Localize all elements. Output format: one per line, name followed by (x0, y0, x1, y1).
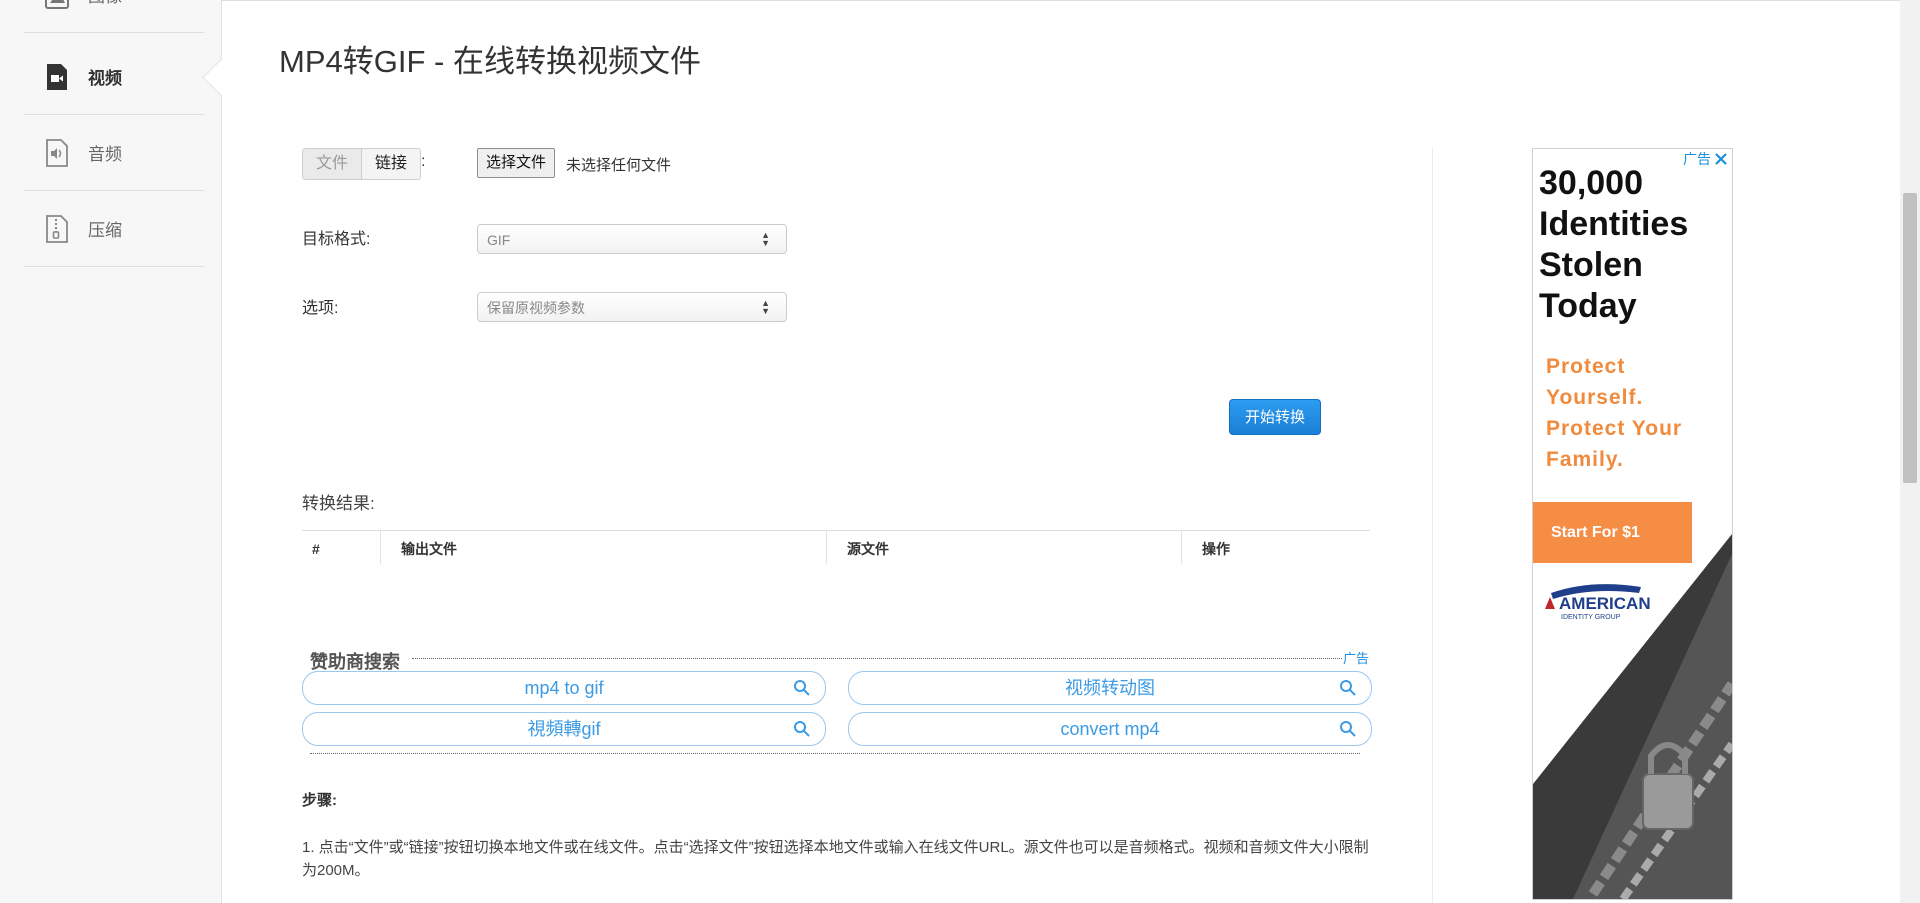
options-select[interactable]: 保留原视频参数 ▲ ▼ (477, 292, 787, 322)
sponsor-divider (310, 753, 1360, 754)
ad-subtext-line: Protect Your (1546, 417, 1683, 440)
ad-cta-button[interactable]: Start For $1 (1533, 502, 1692, 563)
source-toggle: 文件 链接 (302, 148, 421, 180)
ad-subtext: Protect Yourself. Protect Your Family. (1546, 351, 1682, 475)
column-header: 操作 (1181, 531, 1230, 564)
search-icon (1340, 680, 1356, 696)
start-convert-button[interactable]: 开始转换 (1229, 399, 1321, 435)
target-format-label: 目标格式: (302, 231, 371, 248)
video-icon (44, 62, 70, 92)
zip-file-icon (44, 214, 70, 244)
page-scrollbar[interactable] (1900, 0, 1920, 903)
ad-headline-line: 30,000 (1539, 164, 1643, 202)
search-icon (794, 721, 810, 737)
content-divider (1432, 148, 1433, 903)
results-label: 转换结果: (302, 494, 375, 513)
ad-headline-line: Stolen (1539, 246, 1643, 284)
sidebar-item-compress[interactable]: 压缩 (24, 191, 204, 267)
target-format-select[interactable]: GIF ▲ ▼ (477, 224, 787, 254)
options-value: 保留原视频参数 (487, 300, 585, 316)
tab-file[interactable]: 文件 (303, 149, 362, 179)
search-chip[interactable]: convert mp4 (848, 712, 1372, 746)
options-label: 选项: (302, 300, 339, 317)
sidebar-item-label: 音频 (88, 145, 122, 164)
ad-headline-line: Today (1539, 287, 1637, 325)
sidebar-item-label: 压缩 (88, 221, 122, 240)
select-arrows-icon: ▲ ▼ (761, 298, 770, 316)
target-format-value: GIF (487, 232, 511, 248)
ad-logo-text-1: AMERICAN (1559, 594, 1651, 613)
search-icon (1340, 721, 1356, 737)
sidebar-item-label: 图像 (88, 0, 122, 7)
top-divider (221, 0, 1920, 1)
ad-subtext-line: Yourself. (1546, 386, 1644, 409)
step-text: 1. 点击“文件”或“链接”按钮切换本地文件或在线文件。点击“选择文件”按钮选择… (302, 839, 1369, 879)
ad-logo-text-2: IDENTITY GROUP (1561, 614, 1621, 621)
tab-link[interactable]: 链接 (362, 149, 420, 179)
column-header: 源文件 (826, 531, 889, 564)
sidebar: 图像 视频 音频 压缩 (0, 0, 222, 903)
ad-subtext-line: Protect (1546, 355, 1626, 378)
audio-file-icon (44, 138, 70, 168)
american-identity-logo-icon: AMERICAN IDENTITY GROUP (1545, 584, 1651, 621)
search-chip-label: 視頻轉gif (527, 719, 601, 739)
image-icon (44, 0, 70, 10)
search-chip-label: mp4 to gif (524, 678, 604, 698)
search-icon (794, 680, 810, 696)
search-chip-label: convert mp4 (1060, 719, 1160, 739)
sidebar-item-audio[interactable]: 音频 (24, 115, 204, 191)
ad-choices[interactable]: 广告 (1683, 149, 1728, 169)
sponsor-divider (412, 658, 1342, 659)
scrollbar-thumb[interactable] (1903, 193, 1917, 483)
search-chip[interactable]: 視頻轉gif (302, 712, 826, 746)
source-colon: : (421, 153, 426, 170)
column-header: # (312, 541, 320, 557)
select-arrows-icon: ▲ ▼ (761, 230, 770, 248)
ad-headline-line: Identities (1539, 205, 1689, 243)
search-chip[interactable]: mp4 to gif (302, 671, 826, 705)
page-title: MP4转GIF - 在线转换视频文件 (279, 44, 701, 79)
choose-file-button[interactable]: 选择文件 (477, 148, 556, 178)
sponsor-ad-label[interactable]: 广告 (1343, 648, 1369, 667)
ad-logo: AMERICAN IDENTITY GROUP (1541, 579, 1661, 621)
results-table-header: # 输出文件 源文件 操作 (302, 530, 1370, 564)
ad-subtext-line: Family. (1546, 448, 1624, 471)
column-header: 输出文件 (380, 531, 457, 564)
sidebar-item-image[interactable]: 图像 (24, 0, 204, 33)
sidebar-item-video[interactable]: 视频 (24, 39, 204, 115)
sidebar-item-label: 视频 (88, 69, 122, 88)
steps-title: 步骤: (302, 792, 337, 809)
ad-headline: 30,000 Identities Stolen Today (1539, 163, 1688, 327)
ad-banner[interactable]: 广告 30,000 Identities Stolen Today Protec… (1532, 148, 1733, 900)
close-icon[interactable] (1714, 152, 1728, 166)
no-file-text: 未选择任何文件 (566, 157, 672, 174)
search-chip[interactable]: 视频转动图 (848, 671, 1372, 705)
search-chip-label: 视频转动图 (1065, 678, 1155, 698)
